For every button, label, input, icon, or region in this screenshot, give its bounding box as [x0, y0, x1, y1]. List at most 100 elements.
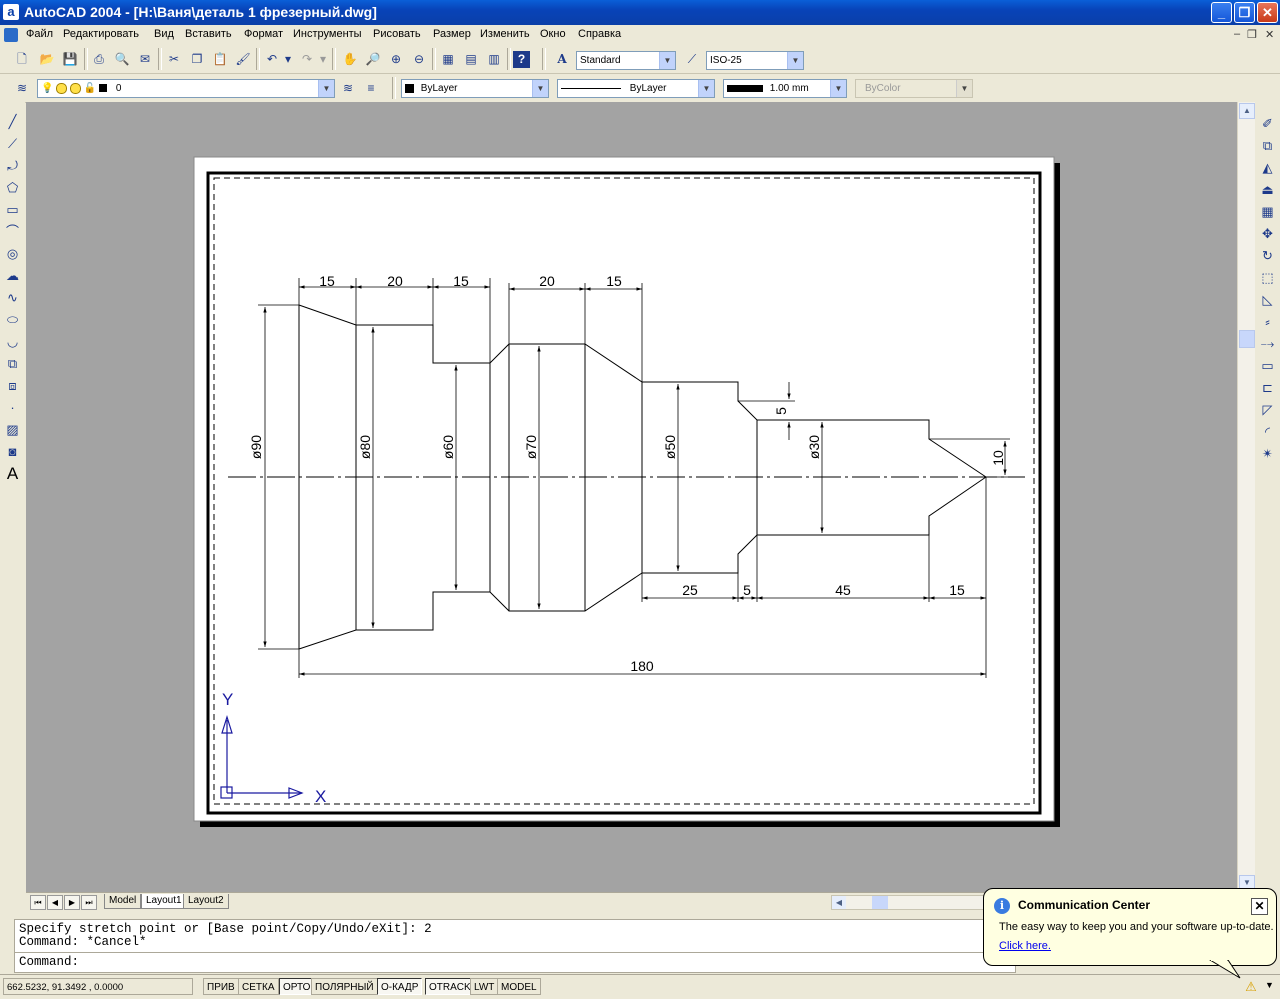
scroll-left-icon[interactable]: ◀ — [832, 896, 846, 909]
layer-select[interactable]: 💡 🔓 0 ▼ — [37, 79, 335, 98]
zoom-previous-icon[interactable]: ⊖ — [409, 49, 429, 69]
minimize-button[interactable]: _ — [1211, 2, 1232, 23]
chevron-down-icon[interactable]: ▼ — [787, 52, 803, 69]
rectangle-icon[interactable]: ▭ — [3, 200, 22, 220]
doc-close-button[interactable]: ✕ — [1265, 28, 1274, 41]
copy-icon[interactable]: ❐ — [187, 49, 207, 69]
doc-minimize-button[interactable]: – — [1234, 28, 1240, 40]
command-window[interactable]: Specify stretch point or [Base point/Cop… — [14, 919, 1016, 973]
vertical-scrollbar[interactable]: ▲ ▼ — [1237, 102, 1255, 892]
dim-style-select[interactable]: ISO-25 ▼ — [706, 51, 804, 70]
menu-dimension[interactable]: Размер — [433, 28, 471, 40]
chevron-down-icon[interactable]: ▼ — [318, 80, 334, 97]
cut-icon[interactable]: ✂ — [164, 49, 184, 69]
last-tab-icon[interactable]: ⏭ — [81, 895, 97, 910]
dimension-style-icon[interactable]: ⟋ — [682, 49, 702, 69]
line-icon[interactable]: ╱ — [3, 112, 22, 132]
linetype-select[interactable]: ByLayer ▼ — [557, 79, 715, 98]
spline-icon[interactable]: ∿ — [3, 288, 22, 308]
color-select[interactable]: ByLayer ▼ — [401, 79, 549, 98]
design-center-icon[interactable]: ▤ — [461, 49, 481, 69]
construction-line-icon[interactable]: ⟋ — [3, 134, 22, 154]
insert-block-icon[interactable]: ⧉ — [3, 354, 22, 374]
stretch-icon[interactable]: ◺ — [1258, 290, 1277, 310]
polar-toggle[interactable]: ПОЛЯРНЫЙ — [311, 978, 378, 995]
lwt-toggle[interactable]: LWT — [470, 978, 499, 995]
text-style-icon[interactable]: A — [552, 49, 572, 69]
ellipse-arc-icon[interactable]: ◡ — [3, 332, 22, 352]
close-icon[interactable]: ✕ — [1251, 898, 1268, 915]
multiline-text-icon[interactable]: A — [3, 464, 22, 484]
extend-icon[interactable]: ⤍ — [1258, 334, 1277, 354]
make-object-layer-current-icon[interactable]: ≋ — [338, 78, 358, 98]
arc-icon[interactable]: ⌒ — [3, 222, 22, 242]
first-tab-icon[interactable]: ⏮ — [30, 895, 46, 910]
layer-previous-icon[interactable]: ≡ — [361, 78, 381, 98]
menu-file[interactable]: Файл — [26, 28, 53, 40]
polyline-icon[interactable]: ⤾ — [3, 156, 22, 176]
hscroll-thumb[interactable] — [872, 896, 888, 909]
undo-dropdown-icon[interactable]: ▾ — [283, 49, 293, 69]
paste-icon[interactable]: 📋 — [210, 49, 230, 69]
ellipse-icon[interactable]: ⬭ — [3, 310, 22, 330]
menu-insert[interactable]: Вставить — [185, 28, 232, 40]
tool-palettes-icon[interactable]: ▥ — [484, 49, 504, 69]
array-icon[interactable]: ▦ — [1258, 202, 1277, 222]
chevron-down-icon[interactable]: ▼ — [830, 80, 846, 97]
lineweight-select[interactable]: 1.00 mm ▼ — [723, 79, 847, 98]
chevron-down-icon[interactable]: ▼ — [532, 80, 548, 97]
tab-layout1[interactable]: Layout1 — [141, 894, 187, 909]
menu-modify[interactable]: Изменить — [480, 28, 530, 40]
help-icon[interactable]: ? — [513, 51, 530, 68]
trim-icon[interactable]: ⸗ — [1258, 312, 1277, 332]
communication-center-icon[interactable]: ⚠ — [1243, 979, 1259, 994]
properties-icon[interactable]: ▦ — [438, 49, 458, 69]
pan-icon[interactable]: ✋ — [340, 49, 360, 69]
autocad-app-icon[interactable]: a — [3, 4, 19, 20]
rotate-icon[interactable]: ↻ — [1258, 246, 1277, 266]
publish-icon[interactable]: ✉ — [135, 49, 155, 69]
new-file-icon[interactable]: 🗋 — [12, 49, 32, 69]
break-at-point-icon[interactable]: ▭ — [1258, 356, 1277, 376]
open-file-icon[interactable]: 📂 — [37, 49, 57, 69]
undo-icon[interactable]: ↶ — [262, 49, 282, 69]
hatch-icon[interactable]: ▨ — [3, 420, 22, 440]
zoom-window-icon[interactable]: ⊕ — [386, 49, 406, 69]
move-icon[interactable]: ✥ — [1258, 224, 1277, 244]
mirror-icon[interactable]: ◭ — [1258, 158, 1277, 178]
chamfer-icon[interactable]: ◸ — [1258, 400, 1277, 420]
tab-model[interactable]: Model — [104, 894, 142, 909]
menu-help[interactable]: Справка — [578, 28, 621, 40]
copy-object-icon[interactable]: ⧉ — [1258, 136, 1277, 156]
make-block-icon[interactable]: ⧈ — [3, 376, 22, 396]
drawing-area[interactable]: 15 20 15 20 15 ø90 ø80 ø60 ø70 ø50 ø30 2… — [26, 102, 1237, 892]
offset-icon[interactable]: ⏏ — [1258, 180, 1277, 200]
save-icon[interactable]: 💾 — [60, 49, 80, 69]
document-icon[interactable] — [4, 28, 18, 42]
region-icon[interactable]: ◙ — [3, 442, 22, 462]
menu-tools[interactable]: Инструменты — [293, 28, 362, 40]
match-properties-icon[interactable]: 🖌 — [233, 49, 253, 69]
print-preview-icon[interactable]: 🔍 — [112, 49, 132, 69]
status-menu-arrow-icon[interactable]: ▼ — [1265, 980, 1274, 990]
menu-window[interactable]: Окно — [540, 28, 566, 40]
redo-dropdown-icon[interactable]: ▾ — [318, 49, 328, 69]
scroll-up-icon[interactable]: ▲ — [1239, 103, 1255, 119]
menu-format[interactable]: Формат — [244, 28, 283, 40]
maximize-button[interactable]: ❐ — [1234, 2, 1255, 23]
fillet-icon[interactable]: ◜ — [1258, 422, 1277, 442]
otrack-toggle[interactable]: OTRACK — [425, 978, 475, 995]
menu-edit[interactable]: Редактировать — [63, 28, 139, 40]
ortho-toggle[interactable]: ОРТО — [279, 978, 315, 995]
close-button[interactable]: ✕ — [1257, 2, 1278, 23]
break-icon[interactable]: ⊏ — [1258, 378, 1277, 398]
print-icon[interactable]: ⎙ — [89, 49, 109, 69]
erase-icon[interactable]: ✐ — [1258, 114, 1277, 134]
text-style-select[interactable]: Standard ▼ — [576, 51, 676, 70]
click-here-link[interactable]: Click here. — [999, 940, 1051, 952]
command-prompt[interactable]: Command: — [19, 956, 79, 969]
menu-draw[interactable]: Рисовать — [373, 28, 421, 40]
chevron-down-icon[interactable]: ▼ — [659, 52, 675, 69]
tab-layout2[interactable]: Layout2 — [183, 894, 229, 909]
circle-icon[interactable]: ◎ — [3, 244, 22, 264]
